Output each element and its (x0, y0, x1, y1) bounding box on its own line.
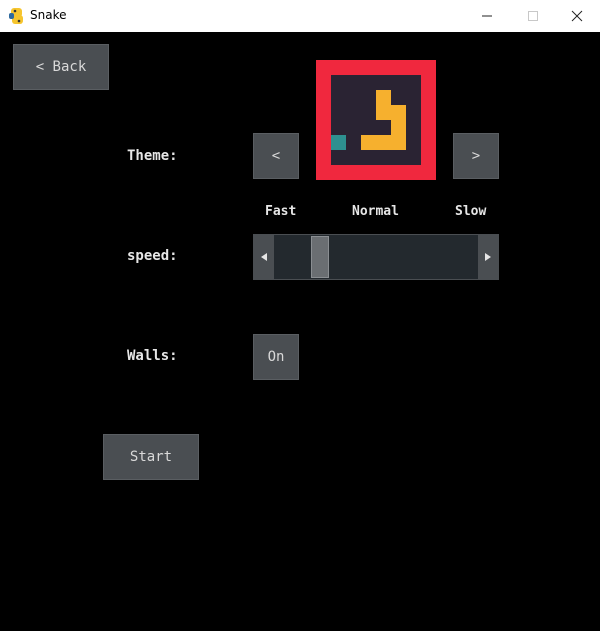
theme-label: Theme: (127, 148, 178, 164)
theme-preview-food (331, 135, 346, 150)
slider-right-arrow[interactable] (478, 235, 498, 279)
maximize-icon (528, 11, 538, 21)
close-button[interactable] (554, 0, 600, 32)
speed-option-fast: Fast (265, 204, 297, 219)
triangle-left-icon (261, 253, 267, 261)
close-icon (571, 10, 583, 22)
theme-preview (316, 60, 436, 180)
triangle-right-icon (485, 253, 491, 261)
walls-toggle-button[interactable]: On (253, 334, 299, 380)
slider-thumb[interactable] (311, 236, 329, 278)
start-button[interactable]: Start (103, 434, 199, 480)
speed-option-normal: Normal (352, 204, 399, 219)
minimize-icon (482, 15, 492, 17)
speed-label: speed: (127, 248, 178, 264)
theme-prev-button[interactable]: < (253, 133, 299, 179)
window-title: Snake (30, 8, 67, 22)
app-window: Snake < Back Theme: < > Fast Normal Slow… (0, 0, 600, 631)
python-snake-icon (9, 8, 23, 24)
maximize-button[interactable] (510, 0, 556, 32)
game-area: < Back Theme: < > Fast Normal Slow speed… (1, 32, 599, 631)
walls-label: Walls: (127, 348, 178, 364)
speed-slider[interactable] (253, 234, 499, 280)
theme-next-button[interactable]: > (453, 133, 499, 179)
speed-option-slow: Slow (455, 204, 487, 219)
title-bar: Snake (0, 0, 600, 32)
minimize-button[interactable] (464, 0, 510, 32)
back-button[interactable]: < Back (13, 44, 109, 90)
slider-left-arrow[interactable] (254, 235, 274, 279)
